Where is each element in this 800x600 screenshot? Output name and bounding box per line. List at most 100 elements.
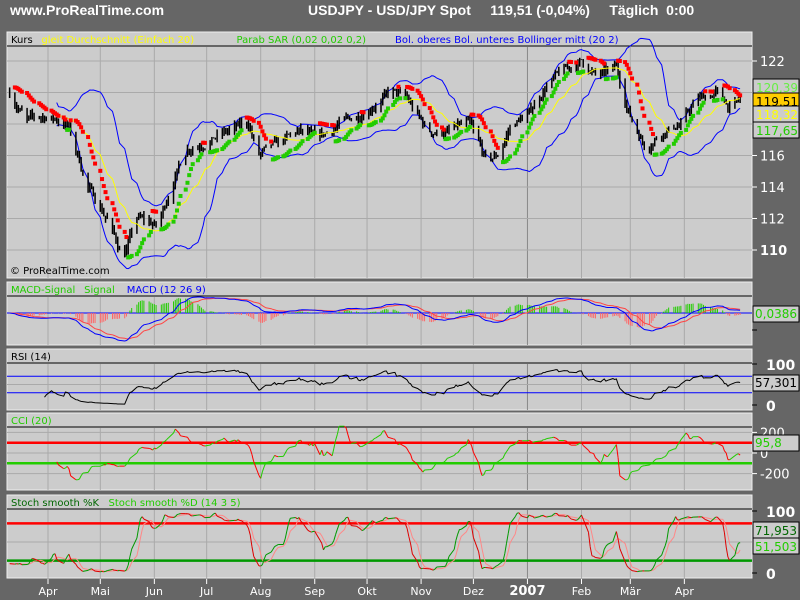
cci-line-segment bbox=[239, 440, 242, 443]
stoch-k-line-segment bbox=[649, 569, 652, 572]
legend-item: Stoch smooth %D (14 3 5) bbox=[109, 498, 241, 509]
sar-dot-up bbox=[556, 79, 561, 84]
sar-dot-down bbox=[89, 149, 94, 154]
sar-dot-up bbox=[183, 187, 188, 192]
stoch-k-line-segment bbox=[89, 568, 92, 570]
stoch-k-line-segment bbox=[119, 569, 125, 572]
sar-dot-up bbox=[288, 148, 293, 153]
sar-dot-up bbox=[508, 154, 513, 159]
sar-dot-up bbox=[513, 151, 518, 156]
macd-value-label: 0,0386 bbox=[755, 307, 797, 321]
sar-dot-down bbox=[124, 235, 129, 240]
stoch-k-line-segment bbox=[687, 516, 690, 518]
x-tick-label: Dez bbox=[463, 585, 484, 598]
stoch-k-line-segment bbox=[387, 517, 394, 520]
sar-dot-down bbox=[263, 136, 268, 141]
legend-item: RSI (14) bbox=[11, 352, 51, 363]
rsi-value-label: 57,301 bbox=[755, 376, 797, 390]
y-tick-label: 100 bbox=[766, 358, 795, 374]
cci-line-segment bbox=[553, 436, 556, 439]
sar-dot-down bbox=[650, 132, 655, 137]
sar-dot-down bbox=[490, 134, 495, 139]
x-tick-label: Nov bbox=[410, 585, 432, 598]
cci-line-segment bbox=[663, 456, 666, 458]
sar-dot-up bbox=[187, 173, 192, 178]
stoch-k-line-segment bbox=[176, 513, 179, 516]
y-tick-label: 0 bbox=[766, 567, 776, 583]
cci-line-segment bbox=[100, 464, 103, 467]
x-tick-label: Sep bbox=[304, 585, 325, 598]
sar-dot-up bbox=[701, 100, 706, 105]
x-tick-label: Jun bbox=[145, 585, 163, 598]
sar-dot-down bbox=[331, 123, 336, 128]
panel-cci bbox=[6, 412, 753, 491]
cci-line-segment bbox=[199, 443, 202, 446]
x-tick-label: Apr bbox=[675, 585, 695, 598]
sar-dot-up bbox=[190, 162, 195, 167]
stoch-k-line-segment bbox=[164, 514, 167, 517]
sar-dot-down bbox=[738, 93, 743, 98]
sar-dot-down bbox=[68, 118, 73, 123]
sar-dot-up bbox=[518, 139, 523, 144]
legend-item: CCI (20) bbox=[11, 416, 52, 427]
sar-dot-down bbox=[154, 209, 159, 214]
sar-dot-up bbox=[199, 152, 204, 157]
cci-line-segment bbox=[162, 440, 166, 443]
sar-dot-down bbox=[202, 140, 207, 145]
cci-line-segment bbox=[101, 464, 104, 466]
sar-dot-up bbox=[605, 76, 610, 81]
sar-dot-down bbox=[647, 120, 652, 125]
sar-dot-down bbox=[420, 97, 425, 102]
sar-dot-down bbox=[117, 224, 122, 229]
legend-item: MACD-Signal bbox=[11, 285, 75, 296]
cci-line-segment bbox=[77, 478, 80, 481]
cci-line-segment bbox=[82, 471, 89, 474]
sar-dot-up bbox=[696, 110, 701, 115]
sar-dot-down bbox=[269, 139, 274, 144]
sar-dot-up bbox=[140, 241, 145, 246]
sar-dot-down bbox=[361, 110, 366, 115]
sar-dot-up bbox=[385, 106, 390, 111]
sar-dot-down bbox=[431, 115, 436, 120]
sar-dot-down bbox=[98, 168, 103, 173]
value-label: 118,32 bbox=[756, 108, 798, 122]
cci-line-segment bbox=[140, 446, 143, 449]
sar-dot-down bbox=[256, 120, 261, 125]
sar-dot-down bbox=[727, 86, 732, 91]
sar-dot-down bbox=[258, 124, 263, 129]
sar-dot-down bbox=[638, 99, 643, 104]
sar-dot-up bbox=[171, 219, 176, 224]
legend-item: Signal bbox=[84, 285, 115, 296]
sar-dot-up bbox=[141, 237, 146, 242]
sar-dot-down bbox=[471, 112, 476, 117]
sar-dot-down bbox=[122, 229, 127, 234]
sar-dot-up bbox=[551, 90, 556, 95]
sar-dot-up bbox=[138, 245, 143, 250]
sar-dot-down bbox=[427, 106, 432, 111]
stoch-k-line-segment bbox=[173, 516, 176, 518]
sar-dot-down bbox=[80, 129, 85, 134]
sar-dot-down bbox=[492, 138, 497, 143]
sar-dot-down bbox=[79, 125, 84, 130]
stoch-value-label: 51,503 bbox=[755, 540, 797, 554]
stoch-k-line-segment bbox=[485, 566, 491, 569]
sar-dot-down bbox=[105, 196, 110, 201]
cci-line-segment bbox=[323, 454, 326, 457]
sar-dot-up bbox=[175, 208, 180, 213]
stoch-k-line-segment bbox=[563, 515, 566, 518]
stoch-k-line-segment bbox=[591, 555, 594, 557]
sar-dot-up bbox=[678, 130, 683, 135]
cci-line-segment bbox=[715, 442, 718, 444]
sar-dot-down bbox=[103, 190, 108, 195]
cci-value-label: 95,8 bbox=[755, 436, 782, 450]
y-tick-label: 110 bbox=[760, 244, 787, 259]
sar-dot-up bbox=[553, 86, 558, 91]
sar-dot-up bbox=[147, 233, 152, 238]
stoch-k-line-segment bbox=[229, 519, 235, 522]
sar-dot-up bbox=[666, 144, 671, 149]
x-tick-label: Jul bbox=[199, 585, 213, 598]
sar-dot-up bbox=[691, 113, 696, 118]
x-tick-label: Feb bbox=[572, 585, 591, 598]
stoch-k-line-segment bbox=[490, 567, 493, 570]
cci-line-segment bbox=[481, 474, 485, 476]
